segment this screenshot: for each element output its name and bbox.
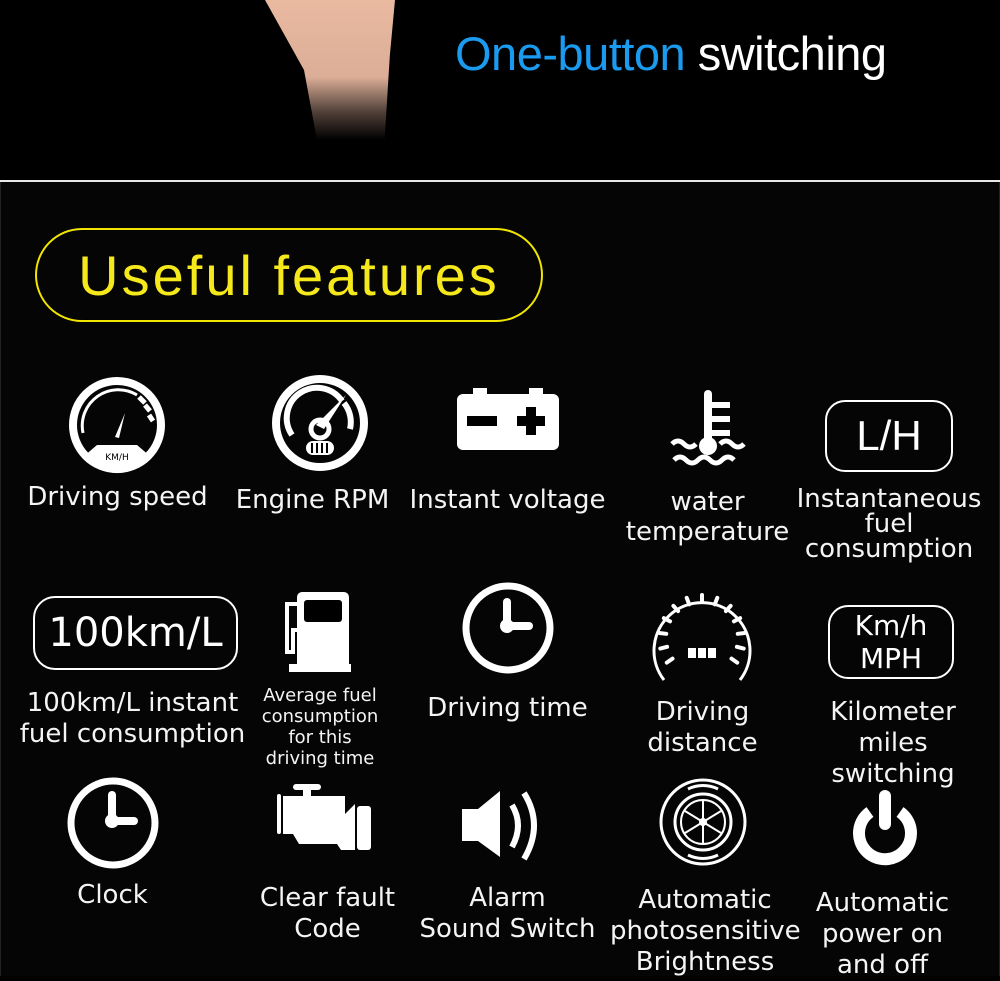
feature-label: Engine RPM [235,485,390,515]
feature-clear-fault: Clear fault Code [245,780,410,950]
feature-average-fuel: Average fuel consumption for this drivin… [250,585,390,775]
speedometer-icon: KM/H [67,375,167,475]
feature-label: Automatic photosensitive Brightness [610,885,801,977]
feature-auto-brightness: Automatic photosensitive Brightness [610,775,801,977]
speaker-icon [460,785,545,867]
kmh-text: Km/h [854,609,928,642]
odometer-tick [734,644,746,651]
feature-label: Driving distance [647,697,758,758]
feature-label: Average fuel consumption for this drivin… [261,685,379,769]
feature-driving-distance: Driving distance [620,585,785,765]
odometer-tick [657,631,669,636]
odometer-tick [684,595,692,607]
feature-label: Kilometer miles switching [830,697,956,789]
battery-icon [457,388,559,450]
odometer-tick [658,644,670,651]
lh-badge-icon: L/H [825,400,953,472]
feature-driving-speed: KM/H Driving speed [15,370,220,530]
feature-label: water temperature [625,487,790,547]
coolant-temperature-icon [668,388,746,470]
svg-text:KM/H: KM/H [105,453,128,463]
odometer-icon [650,588,754,682]
feature-100km-fuel: 100km/L 100km/L instant fuel consumption [15,590,250,760]
aperture-icon [658,777,748,867]
headline-rest: switching [697,27,887,80]
engine-icon [275,782,373,852]
kmh-mph-badge-icon: Km/h MPH [828,605,954,679]
odometer-tick [664,656,675,665]
odometer-tick [729,656,740,665]
feature-auto-power: Automatic power on and off [805,780,960,980]
feature-engine-rpm: Engine RPM [225,370,400,530]
section-title: Useful features [78,243,500,307]
feature-label: Alarm Sound Switch [419,883,596,944]
100km-badge-text: 100km/L [48,610,223,656]
feature-label: Clear fault Code [259,883,396,944]
feature-clock: Clock [30,775,195,925]
feature-label: Instantaneous fuel consumption [796,484,982,564]
clock-icon [65,775,161,871]
section-title-pill: Useful features [35,228,543,322]
tachometer-icon [270,373,370,473]
banner: One-button switching [0,0,1000,180]
feature-instant-voltage: Instant voltage [405,370,610,530]
mph-text: MPH [859,642,923,675]
odometer-tick [712,595,720,607]
feature-km-miles: Km/h MPH Kilometer miles switching [793,590,993,789]
lh-badge-text: L/H [856,412,922,459]
feature-label: Driving speed [27,482,208,512]
100km-badge-icon: 100km/L [33,596,238,670]
feature-label: Instant voltage [409,485,606,515]
fuel-pump-icon [283,590,353,672]
feature-instantaneous-fuel: L/H Instantaneous fuel consumption [793,370,985,570]
feature-label: 100km/L instant fuel consumption [19,688,246,749]
feature-label: Clock [77,880,148,910]
headline-highlight: One-button [455,27,686,80]
odometer-tick [735,631,747,636]
feature-alarm-sound: Alarm Sound Switch [415,780,600,950]
feature-driving-time: Driving time [415,580,600,740]
feature-label: Driving time [427,693,588,723]
power-icon [850,790,920,868]
hand-image [265,0,395,140]
feature-label: Automatic power on and off [815,888,950,980]
banner-headline: One-button switching [455,26,887,81]
feature-water-temperature: water temperature [620,370,795,560]
clock-icon [460,580,556,676]
